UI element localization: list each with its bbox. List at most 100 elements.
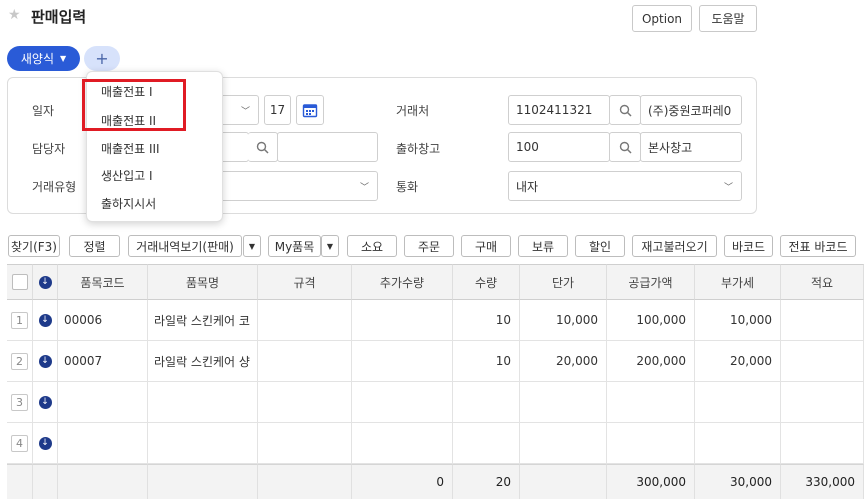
customer-search-button[interactable] [609,95,641,125]
col-header-vat[interactable]: 부가세 [695,264,781,300]
warehouse-code-input[interactable]: 100 [508,132,610,162]
cell-price[interactable] [520,423,607,464]
menu-item-shipping-order[interactable]: 출하지시서 [101,195,156,212]
col-header-price[interactable]: 단가 [520,264,607,300]
row-number-cell: 4 [7,423,33,464]
cell-spec[interactable] [258,341,352,382]
currency-label: 통화 [396,180,419,194]
sort-button[interactable]: 정렬 [69,235,120,257]
currency-select[interactable]: 내자 ﹀ [508,171,742,201]
manager-name-input[interactable] [277,132,378,162]
new-form-label: 새양식 [20,52,54,66]
trade-type-select[interactable]: 용 ﹀ [203,171,378,201]
manager-label: 담당자 [32,142,66,156]
date-day-input[interactable]: 17 [264,95,291,125]
footer-cell [520,464,607,499]
cell-name[interactable] [148,382,258,423]
cell-spec[interactable] [258,300,352,341]
option-button[interactable]: Option [632,5,692,32]
cell-vat[interactable] [695,423,781,464]
trade-history-button[interactable]: 거래내역보기(판매) [128,235,242,257]
cell-extra-qty[interactable] [352,382,453,423]
cell-supply[interactable] [607,423,695,464]
col-header-code[interactable]: 품목코드 [58,264,148,300]
cell-vat[interactable] [695,382,781,423]
cell-qty[interactable]: 10 [453,300,520,341]
row-action-cell: ↓ [33,341,58,382]
cell-code[interactable] [58,423,148,464]
new-form-button[interactable]: 새양식 ▼ [7,46,80,71]
warehouse-search-button[interactable] [609,132,641,162]
slip-barcode-button[interactable]: 전표 바코드 [780,235,856,257]
hold-button[interactable]: 보류 [518,235,568,257]
cell-supply[interactable]: 200,000 [607,341,695,382]
cell-extra-qty[interactable] [352,341,453,382]
top-bar: ★ 판매입력 Option 도움말 [0,0,864,40]
cell-price[interactable]: 20,000 [520,341,607,382]
arrow-down-circle-icon[interactable]: ↓ [38,275,52,289]
cell-code[interactable]: 00006 [58,300,148,341]
arrow-down-circle-icon[interactable]: ↓ [38,395,52,409]
calendar-button[interactable] [296,95,324,125]
cell-qty[interactable] [453,423,520,464]
cell-code[interactable] [58,382,148,423]
cell-name[interactable] [148,423,258,464]
my-items-button[interactable]: My품목 [268,235,321,257]
find-button[interactable]: 찾기(F3) [8,235,60,257]
cell-spec[interactable] [258,423,352,464]
cell-supply[interactable] [607,382,695,423]
cell-note[interactable] [781,423,864,464]
favorite-star-icon[interactable]: ★ [8,7,21,23]
caret-down-icon: ▼ [248,241,256,251]
my-items-dropdown-button[interactable]: ▼ [321,235,339,257]
cell-extra-qty[interactable] [352,300,453,341]
cell-qty[interactable]: 10 [453,341,520,382]
add-tab-button[interactable]: + [84,46,120,71]
load-stock-button[interactable]: 재고불러오기 [632,235,717,257]
help-button[interactable]: 도움말 [699,5,757,32]
cell-extra-qty[interactable] [352,423,453,464]
col-header-extra-qty[interactable]: 추가수량 [352,264,453,300]
discount-button[interactable]: 할인 [575,235,625,257]
select-all-checkbox[interactable] [11,274,28,290]
trade-history-dropdown-button[interactable]: ▼ [243,235,261,257]
arrow-down-circle-icon[interactable]: ↓ [38,354,52,368]
col-header-name[interactable]: 품목명 [148,264,258,300]
select-all-header [7,264,33,300]
col-header-spec[interactable]: 규격 [258,264,352,300]
cell-price[interactable] [520,382,607,423]
items-grid: ↓ 품목코드 품목명 규격 추가수량 수량 단가 공급가액 부가세 적요 1 ↓… [7,264,864,499]
chevron-down-icon: ﹀ [723,183,733,193]
cell-note[interactable] [781,300,864,341]
page-title: 판매입력 [31,8,87,26]
cell-supply[interactable]: 100,000 [607,300,695,341]
menu-item-production-receipt-1[interactable]: 생산입고 I [101,167,153,184]
customer-name-input[interactable]: (주)중원코퍼레0 [640,95,742,125]
cell-price[interactable]: 10,000 [520,300,607,341]
barcode-button[interactable]: 바코드 [724,235,773,257]
row-number: 2 [11,352,28,370]
cell-note[interactable] [781,341,864,382]
cell-name[interactable]: 라일락 스킨케어 샹 [148,341,258,382]
menu-item-sales-slip-3[interactable]: 매출전표 III [101,140,160,157]
cell-vat[interactable]: 20,000 [695,341,781,382]
sort-header: ↓ [33,264,58,300]
cell-spec[interactable] [258,382,352,423]
consume-button[interactable]: 소요 [347,235,397,257]
cell-note[interactable] [781,382,864,423]
arrow-down-circle-icon[interactable]: ↓ [38,436,52,450]
col-header-supply[interactable]: 공급가액 [607,264,695,300]
warehouse-name-input[interactable]: 본사창고 [640,132,742,162]
cell-vat[interactable]: 10,000 [695,300,781,341]
cell-code[interactable]: 00007 [58,341,148,382]
purchase-button[interactable]: 구매 [461,235,511,257]
manager-search-button[interactable] [248,132,278,162]
cell-qty[interactable] [453,382,520,423]
customer-code-input[interactable]: 1102411321 [508,95,610,125]
highlight-box [82,79,186,131]
arrow-down-circle-icon[interactable]: ↓ [38,313,52,327]
col-header-note[interactable]: 적요 [781,264,864,300]
col-header-qty[interactable]: 수량 [453,264,520,300]
cell-name[interactable]: 라일락 스킨케어 코 [148,300,258,341]
order-button[interactable]: 주문 [404,235,454,257]
